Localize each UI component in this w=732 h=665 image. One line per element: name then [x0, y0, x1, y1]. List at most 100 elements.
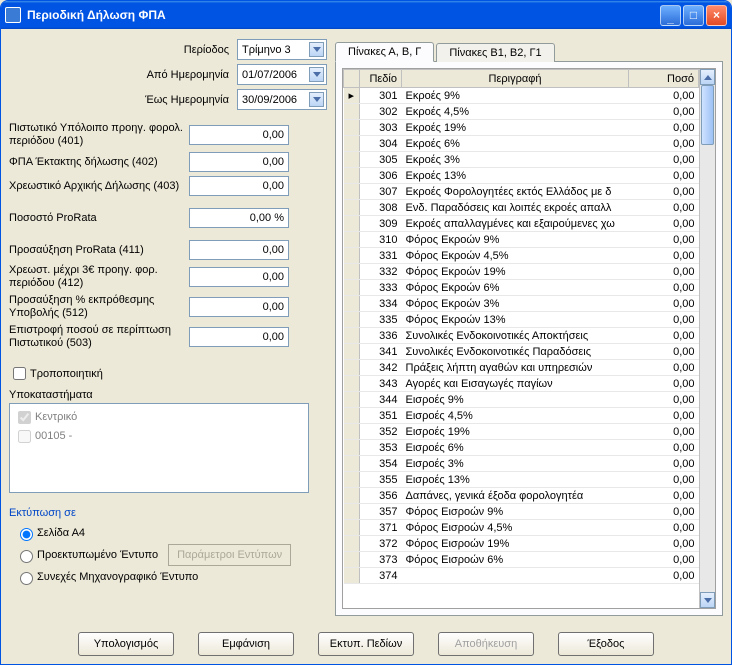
- print-option-row[interactable]: Σελίδα Α4: [15, 525, 327, 541]
- cell-amount[interactable]: 0,00: [629, 216, 699, 232]
- table-row[interactable]: 308Ενδ. Παραδόσεις και λοιπές εκροές απα…: [344, 200, 699, 216]
- table-row[interactable]: 3740,00: [344, 568, 699, 584]
- cell-amount[interactable]: 0,00: [629, 456, 699, 472]
- print-option-radio[interactable]: [20, 550, 33, 563]
- table-row[interactable]: 302Εκροές 4,5%0,00: [344, 104, 699, 120]
- grid-header[interactable]: Ποσό: [629, 70, 699, 88]
- cell-amount[interactable]: 0,00: [629, 488, 699, 504]
- cell-amount[interactable]: 0,00: [629, 392, 699, 408]
- table-row[interactable]: 355Εισροές 13%0,00: [344, 472, 699, 488]
- close-button[interactable]: ×: [706, 5, 727, 26]
- table-row[interactable]: 333Φόρος Εκροών 6%0,00: [344, 280, 699, 296]
- modification-checkbox[interactable]: [13, 367, 26, 380]
- table-row[interactable]: 352Εισροές 19%0,00: [344, 424, 699, 440]
- field-401-input[interactable]: [189, 125, 289, 145]
- table-row[interactable]: 351Εισροές 4,5%0,00: [344, 408, 699, 424]
- field-412-input[interactable]: [189, 267, 289, 287]
- table-row[interactable]: 335Φόρος Εκροών 13%0,00: [344, 312, 699, 328]
- cell-amount[interactable]: 0,00: [629, 520, 699, 536]
- vertical-scrollbar[interactable]: [699, 69, 715, 608]
- cell-amount[interactable]: 0,00: [629, 248, 699, 264]
- branch-item[interactable]: Κεντρικό: [14, 408, 304, 427]
- table-row[interactable]: 354Εισροές 3%0,00: [344, 456, 699, 472]
- table-row[interactable]: 332Φόρος Εκροών 19%0,00: [344, 264, 699, 280]
- cell-amount[interactable]: 0,00: [629, 360, 699, 376]
- to-date-combo[interactable]: 30/09/2006: [237, 89, 327, 110]
- print-fields-button[interactable]: Εκτυπ. Πεδίων: [318, 632, 414, 656]
- table-row[interactable]: 336Συνολικές Ενδοκοινοτικές Αποκτήσεις0,…: [344, 328, 699, 344]
- scroll-down-button[interactable]: [700, 592, 715, 608]
- cell-amount[interactable]: 0,00: [629, 552, 699, 568]
- scroll-thumb[interactable]: [701, 85, 714, 145]
- cell-amount[interactable]: 0,00: [629, 88, 699, 104]
- cell-amount[interactable]: 0,00: [629, 568, 699, 584]
- cell-amount[interactable]: 0,00: [629, 424, 699, 440]
- table-row[interactable]: 341Συνολικές Ενδοκοινοτικές Παραδόσεις0,…: [344, 344, 699, 360]
- cell-amount[interactable]: 0,00: [629, 376, 699, 392]
- branch-item[interactable]: 00105 -: [14, 427, 304, 446]
- grid-header[interactable]: Περιγραφή: [402, 70, 629, 88]
- calculate-button[interactable]: Υπολογισμός: [78, 632, 174, 656]
- cell-amount[interactable]: 0,00: [629, 264, 699, 280]
- field-411-input[interactable]: [189, 240, 289, 260]
- minimize-button[interactable]: _: [660, 5, 681, 26]
- table-row[interactable]: 353Εισροές 6%0,00: [344, 440, 699, 456]
- table-row[interactable]: 373Φόρος Εισροών 6%0,00: [344, 552, 699, 568]
- cell-amount[interactable]: 0,00: [629, 344, 699, 360]
- cell-amount[interactable]: 0,00: [629, 408, 699, 424]
- table-row[interactable]: 357Φόρος Εισροών 9%0,00: [344, 504, 699, 520]
- cell-amount[interactable]: 0,00: [629, 296, 699, 312]
- table-row[interactable]: 305Εκροές 3%0,00: [344, 152, 699, 168]
- branches-list[interactable]: Κεντρικό00105 -: [9, 403, 309, 493]
- data-grid[interactable]: ΠεδίοΠεριγραφήΠοσό▸301Εκροές 9%0,00302Εκ…: [343, 69, 699, 608]
- field-402-input[interactable]: [189, 152, 289, 172]
- table-row[interactable]: 304Εκροές 6%0,00: [344, 136, 699, 152]
- table-row[interactable]: 344Εισροές 9%0,00: [344, 392, 699, 408]
- field-403-input[interactable]: [189, 176, 289, 196]
- print-option-row[interactable]: Προεκτυπωμένο ΈντυποΠαράμετροι Εντύπων: [15, 544, 327, 566]
- cell-amount[interactable]: 0,00: [629, 200, 699, 216]
- cell-amount[interactable]: 0,00: [629, 120, 699, 136]
- table-row[interactable]: ▸301Εκροές 9%0,00: [344, 88, 699, 104]
- table-row[interactable]: 372Φόρος Εισροών 19%0,00: [344, 536, 699, 552]
- table-row[interactable]: 306Εκροές 13%0,00: [344, 168, 699, 184]
- grid-header[interactable]: Πεδίο: [360, 70, 402, 88]
- cell-amount[interactable]: 0,00: [629, 472, 699, 488]
- cell-amount[interactable]: 0,00: [629, 152, 699, 168]
- maximize-button[interactable]: □: [683, 5, 704, 26]
- table-row[interactable]: 331Φόρος Εκροών 4,5%0,00: [344, 248, 699, 264]
- cell-amount[interactable]: 0,00: [629, 440, 699, 456]
- table-row[interactable]: 356Δαπάνες, γενικά έξοδα φορολογητέα0,00: [344, 488, 699, 504]
- table-row[interactable]: 371Φόρος Εισροών 4,5%0,00: [344, 520, 699, 536]
- tab[interactable]: Πίνακες Α, Β, Γ: [335, 42, 434, 62]
- table-row[interactable]: 309Εκροές απαλλαγμένες και εξαιρούμενες …: [344, 216, 699, 232]
- table-row[interactable]: 334Φόρος Εκροών 3%0,00: [344, 296, 699, 312]
- cell-amount[interactable]: 0,00: [629, 536, 699, 552]
- print-option-radio[interactable]: [20, 528, 33, 541]
- period-combo[interactable]: Τρίμηνο 3: [237, 39, 327, 60]
- prorata-input[interactable]: [189, 208, 289, 228]
- from-date-combo[interactable]: 01/07/2006: [237, 64, 327, 85]
- table-row[interactable]: 310Φόρος Εκροών 9%0,00: [344, 232, 699, 248]
- cell-amount[interactable]: 0,00: [629, 280, 699, 296]
- cell-amount[interactable]: 0,00: [629, 168, 699, 184]
- show-button[interactable]: Εμφάνιση: [198, 632, 294, 656]
- table-row[interactable]: 307Εκροές Φορολογητέες εκτός Ελλάδος με …: [344, 184, 699, 200]
- scroll-up-button[interactable]: [700, 69, 715, 85]
- table-row[interactable]: 303Εκροές 19%0,00: [344, 120, 699, 136]
- table-row[interactable]: 342Πράξεις λήπτη αγαθών και υπηρεσιών0,0…: [344, 360, 699, 376]
- exit-button[interactable]: Έξοδος: [558, 632, 654, 656]
- cell-amount[interactable]: 0,00: [629, 184, 699, 200]
- cell-amount[interactable]: 0,00: [629, 312, 699, 328]
- field-503-input[interactable]: [189, 327, 289, 347]
- field-512-input[interactable]: [189, 297, 289, 317]
- print-option-radio[interactable]: [20, 572, 33, 585]
- cell-amount[interactable]: 0,00: [629, 136, 699, 152]
- cell-amount[interactable]: 0,00: [629, 328, 699, 344]
- titlebar[interactable]: Περιοδική Δήλωση ΦΠΑ _ □ ×: [1, 1, 731, 29]
- tab[interactable]: Πίνακες Β1, Β2, Γ1: [436, 43, 554, 62]
- save-button[interactable]: Αποθήκευση: [438, 632, 534, 656]
- cell-amount[interactable]: 0,00: [629, 104, 699, 120]
- table-row[interactable]: 343Αγορές και Εισαγωγές παγίων0,00: [344, 376, 699, 392]
- print-option-row[interactable]: Συνεχές Μηχανογραφικό Έντυπο: [15, 569, 327, 585]
